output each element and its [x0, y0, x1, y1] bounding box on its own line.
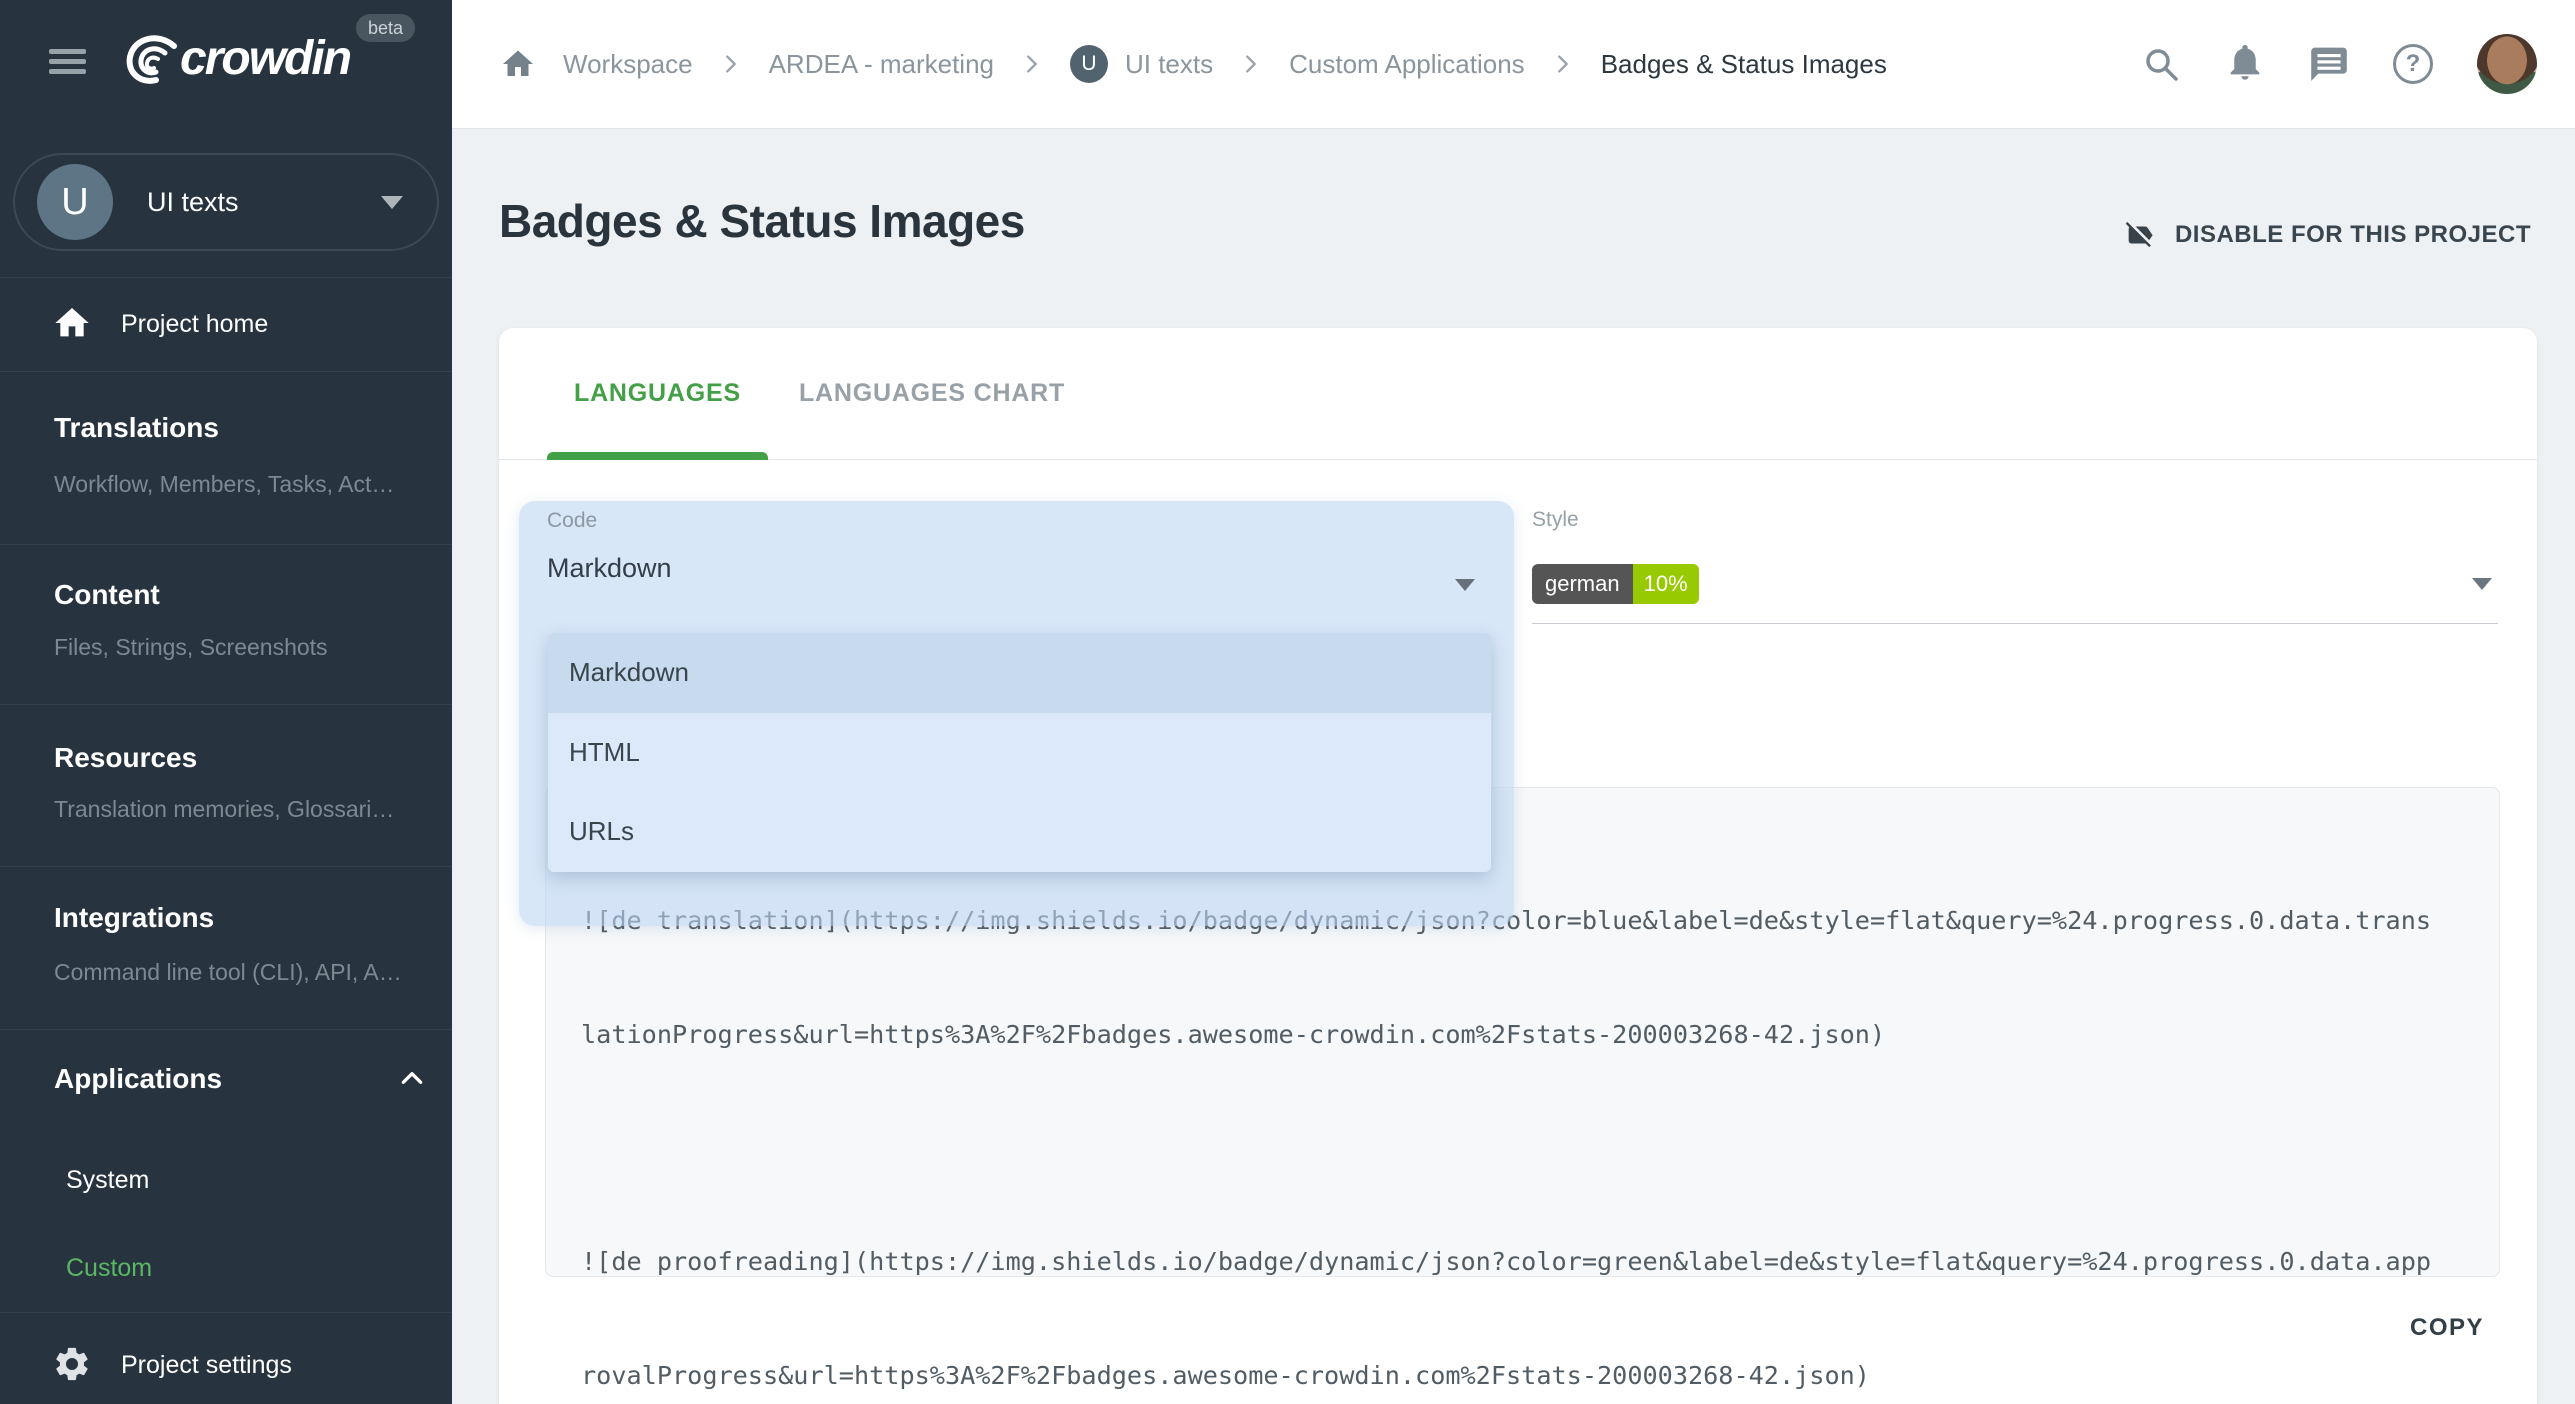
gear-icon — [52, 1344, 92, 1384]
sidebar-item-resources-subtitle: Translation memories, Glossari… — [54, 796, 394, 822]
hamburger-menu-icon[interactable] — [49, 49, 86, 74]
breadcrumb-item-workspace[interactable]: Workspace — [563, 49, 693, 80]
sidebar-item-translations[interactable]: Translations — [54, 412, 219, 444]
code-line: lationProgress&url=https%3A%2F%2Fbadges.… — [581, 1016, 2464, 1054]
sidebar-item-content[interactable]: Content — [54, 579, 160, 611]
main-content: Badges & Status Images DISABLE FOR THIS … — [452, 128, 2575, 1404]
style-select[interactable]: Style german 10% — [1532, 508, 2498, 624]
sidebar-item-content-subtitle: Files, Strings, Screenshots — [54, 634, 328, 660]
sidebar-item-applications[interactable]: Applications — [54, 1063, 222, 1095]
sidebar-item-applications-system[interactable]: System — [66, 1166, 149, 1195]
breadcrumb-item-project[interactable]: ARDEA - marketing — [769, 49, 994, 80]
status-badge-value: 10% — [1633, 564, 1699, 604]
code-select-focus-overlay: Code Markdown Markdown HTML URLs — [519, 501, 1514, 926]
home-icon — [52, 303, 92, 343]
dropdown-option-html[interactable]: HTML — [548, 713, 1491, 793]
sidebar-item-applications-custom[interactable]: Custom — [66, 1254, 152, 1283]
beta-badge: beta — [356, 14, 415, 42]
code-select-value[interactable]: Markdown — [547, 553, 672, 584]
chevron-down-icon — [381, 196, 403, 209]
project-name: UI texts — [147, 187, 239, 218]
sidebar: crowdin beta U UI texts Project home Tra… — [0, 0, 452, 1404]
style-select-label: Style — [1532, 508, 2498, 532]
breadcrumb-item-current: Badges & Status Images — [1601, 49, 1887, 80]
divider — [0, 1029, 452, 1030]
project-avatar: U — [1070, 45, 1108, 83]
sidebar-item-project-settings[interactable]: Project settings — [121, 1351, 292, 1380]
divider — [0, 866, 452, 867]
status-badge: german 10% — [1532, 564, 1699, 604]
search-icon[interactable] — [2141, 44, 2181, 84]
sidebar-item-integrations[interactable]: Integrations — [54, 902, 214, 934]
divider — [0, 704, 452, 705]
project-selector[interactable]: U UI texts — [13, 153, 439, 251]
status-badge-label: german — [1532, 564, 1633, 604]
code-select-label: Code — [547, 509, 597, 533]
dropdown-caret-icon[interactable] — [1455, 579, 1475, 591]
sidebar-item-project-home[interactable]: Project home — [121, 310, 268, 339]
disable-for-project-button[interactable]: DISABLE FOR THIS PROJECT — [2123, 218, 2531, 252]
dropdown-option-urls[interactable]: URLs — [548, 792, 1491, 872]
sidebar-item-resources[interactable]: Resources — [54, 742, 197, 774]
chevron-right-icon — [1240, 53, 1262, 75]
breadcrumb-item-ui-texts-label: UI texts — [1125, 49, 1213, 80]
user-avatar[interactable] — [2477, 34, 2537, 94]
chevron-right-icon — [1021, 53, 1043, 75]
divider — [0, 1312, 452, 1313]
disable-for-project-label: DISABLE FOR THIS PROJECT — [2175, 221, 2531, 249]
divider — [0, 371, 452, 372]
copy-button[interactable]: COPY — [2410, 1314, 2484, 1342]
breadcrumb-item-ui-texts[interactable]: U UI texts — [1070, 45, 1213, 83]
code-line: ![de proofreading](https://img.shields.i… — [581, 1243, 2464, 1281]
bell-icon[interactable] — [2225, 44, 2265, 84]
tab-languages-chart[interactable]: LANGUAGES CHART — [772, 328, 1092, 459]
chat-icon[interactable] — [2309, 44, 2349, 84]
crowdin-logo-text: crowdin — [180, 31, 350, 87]
dropdown-option-markdown[interactable]: Markdown — [548, 633, 1491, 713]
dropdown-caret-icon — [2472, 578, 2492, 590]
divider — [0, 544, 452, 545]
app-root: crowdin beta U UI texts Project home Tra… — [0, 0, 2575, 1404]
chevron-right-icon — [1552, 53, 1574, 75]
sidebar-item-translations-subtitle: Workflow, Members, Tasks, Act… — [54, 471, 394, 497]
crowdin-logo[interactable]: crowdin — [118, 30, 350, 88]
topbar: Workspace ARDEA - marketing U UI texts C… — [452, 0, 2575, 129]
page-title: Badges & Status Images — [499, 194, 1025, 248]
divider — [0, 277, 452, 278]
breadcrumb-item-custom-applications[interactable]: Custom Applications — [1289, 49, 1525, 80]
crowdin-logo-icon — [118, 30, 180, 88]
home-icon[interactable] — [500, 46, 536, 82]
sidebar-item-integrations-subtitle: Command line tool (CLI), API, A… — [54, 959, 402, 985]
chevron-right-icon — [720, 53, 742, 75]
chevron-up-icon[interactable] — [399, 1065, 425, 1091]
topbar-actions — [2141, 0, 2537, 128]
breadcrumb: Workspace ARDEA - marketing U UI texts C… — [500, 0, 1887, 128]
project-avatar: U — [37, 164, 113, 240]
code-select-dropdown: Markdown HTML URLs — [548, 633, 1491, 872]
code-line: rovalProgress&url=https%3A%2F%2Fbadges.a… — [581, 1357, 2464, 1395]
label-off-icon — [2123, 218, 2157, 252]
tab-bar: LANGUAGES LANGUAGES CHART — [499, 328, 2537, 460]
tab-languages[interactable]: LANGUAGES — [547, 328, 768, 459]
help-icon[interactable] — [2393, 44, 2433, 84]
